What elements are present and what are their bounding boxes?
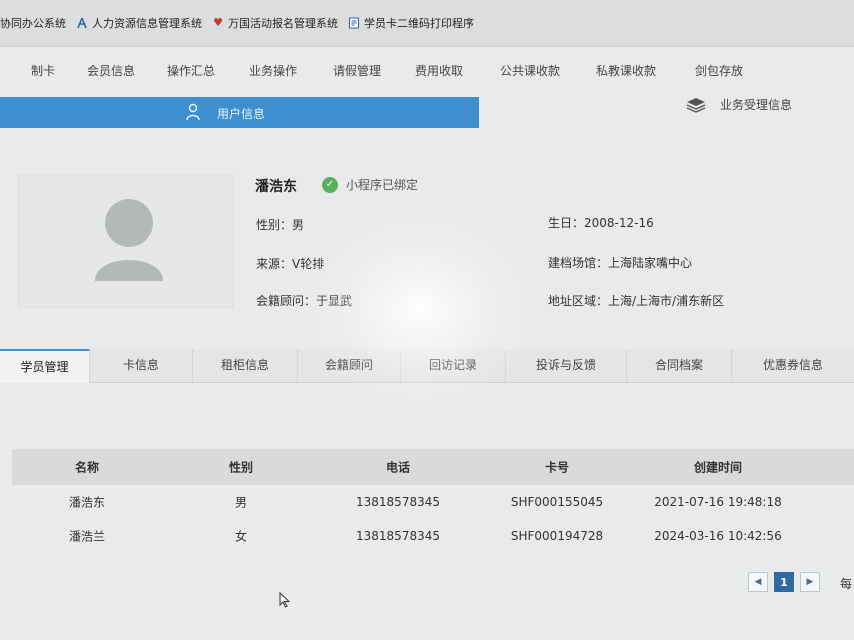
page-number-current[interactable]: 1 xyxy=(774,572,794,592)
tab-coupons[interactable]: 优惠券信息 xyxy=(732,349,854,382)
nav-item-fees[interactable]: 费用收取 xyxy=(415,62,463,79)
tab-locker-info[interactable]: 租柜信息 xyxy=(193,349,298,382)
column-header-gender: 性别 xyxy=(228,460,254,475)
detail-tabs: 学员管理 卡信息 租柜信息 会籍顾问 回访记录 投诉与反馈 合同档案 优惠券信息 xyxy=(0,349,854,383)
member-name: 潘浩东 xyxy=(255,179,297,195)
cell-created-time: 2024-03-16 10:42:56 xyxy=(654,529,782,543)
advisor-field: 会籍顾问：于显武 xyxy=(256,294,353,308)
nav-item-private-class[interactable]: 私教课收款 xyxy=(596,62,656,79)
nav-item-leave[interactable]: 请假管理 xyxy=(333,62,381,79)
user-info-label: 用户信息 xyxy=(217,107,266,121)
bookmarks-bar: 协同办公系统 人力资源信息管理系统 ♥ 万国活动报名管理系统 学员卡二维码打印程… xyxy=(0,0,854,47)
business-info-label: 业务受理信息 xyxy=(720,98,793,112)
document-icon xyxy=(348,17,360,29)
bookmark-activity[interactable]: ♥ 万国活动报名管理系统 xyxy=(212,15,338,31)
bookmark-qr-print[interactable]: 学员卡二维码打印程序 xyxy=(348,15,474,31)
source-field: 来源：V轮排 xyxy=(256,257,325,271)
cell-name: 潘浩兰 xyxy=(68,529,106,544)
table-header: 名称 性别 电话 卡号 创建时间 xyxy=(12,449,854,485)
wechat-mini-program-icon: ✓ xyxy=(322,176,338,193)
cell-gender: 女 xyxy=(234,529,248,544)
bookmark-label: 人力资源信息管理系统 xyxy=(92,17,202,30)
tab-membership-advisor[interactable]: 会籍顾问 xyxy=(298,349,401,382)
cell-card-number: SHF000194728 xyxy=(510,529,604,543)
person-icon xyxy=(76,17,88,29)
cell-name: 潘浩东 xyxy=(68,495,106,510)
cell-card-number: SHF000155045 xyxy=(510,495,604,509)
nav-item-public-class[interactable]: 公共课收款 xyxy=(500,62,560,79)
avatar xyxy=(18,174,234,308)
cell-gender: 男 xyxy=(234,495,248,510)
bookmark-office[interactable]: 协同办公系统 xyxy=(0,15,66,31)
venue-field: 建档场馆：上海陆家嘴中心 xyxy=(548,256,693,270)
cell-phone: 13818578345 xyxy=(356,495,440,509)
tab-follow-up[interactable]: 回访记录 xyxy=(401,349,506,382)
student-table: 名称 性别 电话 卡号 创建时间 潘浩东 男 13818578345 SHF00… xyxy=(12,449,854,553)
nav-item-card[interactable]: 制卡 xyxy=(31,62,55,79)
mouse-pointer-icon xyxy=(279,591,291,608)
nav-item-member-info[interactable]: 会员信息 xyxy=(87,62,135,79)
tab-contracts[interactable]: 合同档案 xyxy=(627,349,732,382)
next-page-button[interactable]: ▶ xyxy=(800,572,820,592)
main-nav: 制卡 会员信息 操作汇总 业务操作 请假管理 费用收取 公共课收款 私教课收款 … xyxy=(0,47,854,93)
bookmark-label: 协同办公系统 xyxy=(0,17,66,30)
bookmark-label: 万国活动报名管理系统 xyxy=(228,17,338,30)
user-info-header: 用户信息 xyxy=(0,97,479,128)
column-header-created-time: 创建时间 xyxy=(693,460,743,475)
screen-glare xyxy=(290,200,550,420)
tab-student-management[interactable]: 学员管理 xyxy=(0,349,90,383)
cell-created-time: 2021-07-16 19:48:18 xyxy=(654,495,782,509)
region-field: 地址区域：上海/上海市/浦东新区 xyxy=(548,294,725,308)
tab-complaints[interactable]: 投诉与反馈 xyxy=(506,349,627,382)
nav-item-summary[interactable]: 操作汇总 xyxy=(167,62,215,79)
mini-program-status: ✓ 小程序已绑定 xyxy=(322,176,418,193)
table-row[interactable]: 潘浩兰 女 13818578345 SHF000194728 2024-03-1… xyxy=(12,519,854,553)
heart-icon: ♥ xyxy=(213,16,223,29)
nav-item-operations[interactable]: 业务操作 xyxy=(249,62,297,79)
business-info-header: 业务受理信息 xyxy=(686,96,792,113)
bookmark-hr[interactable]: 人力资源信息管理系统 xyxy=(76,15,202,31)
nav-item-bag-storage[interactable]: 剑包存放 xyxy=(695,62,743,79)
bookmark-label: 学员卡二维码打印程序 xyxy=(364,17,474,30)
user-icon xyxy=(185,103,201,121)
prev-page-button[interactable]: ◀ xyxy=(748,572,768,592)
column-header-phone: 电话 xyxy=(385,460,411,475)
gender-field: 性别：男 xyxy=(256,218,305,232)
cell-phone: 13818578345 xyxy=(356,529,440,543)
layers-icon xyxy=(686,97,706,113)
avatar-placeholder-icon xyxy=(95,199,163,281)
tab-card-info[interactable]: 卡信息 xyxy=(90,349,193,382)
per-page-label: 每 xyxy=(840,577,853,591)
birthday-field: 生日：2008-12-16 xyxy=(548,216,654,230)
column-header-card-number: 卡号 xyxy=(544,460,570,475)
mini-program-label: 小程序已绑定 xyxy=(346,178,419,192)
column-header-name: 名称 xyxy=(74,460,100,475)
pagination: ◀ 1 ▶ xyxy=(748,572,826,592)
table-row[interactable]: 潘浩东 男 13818578345 SHF000155045 2021-07-1… xyxy=(12,485,854,519)
